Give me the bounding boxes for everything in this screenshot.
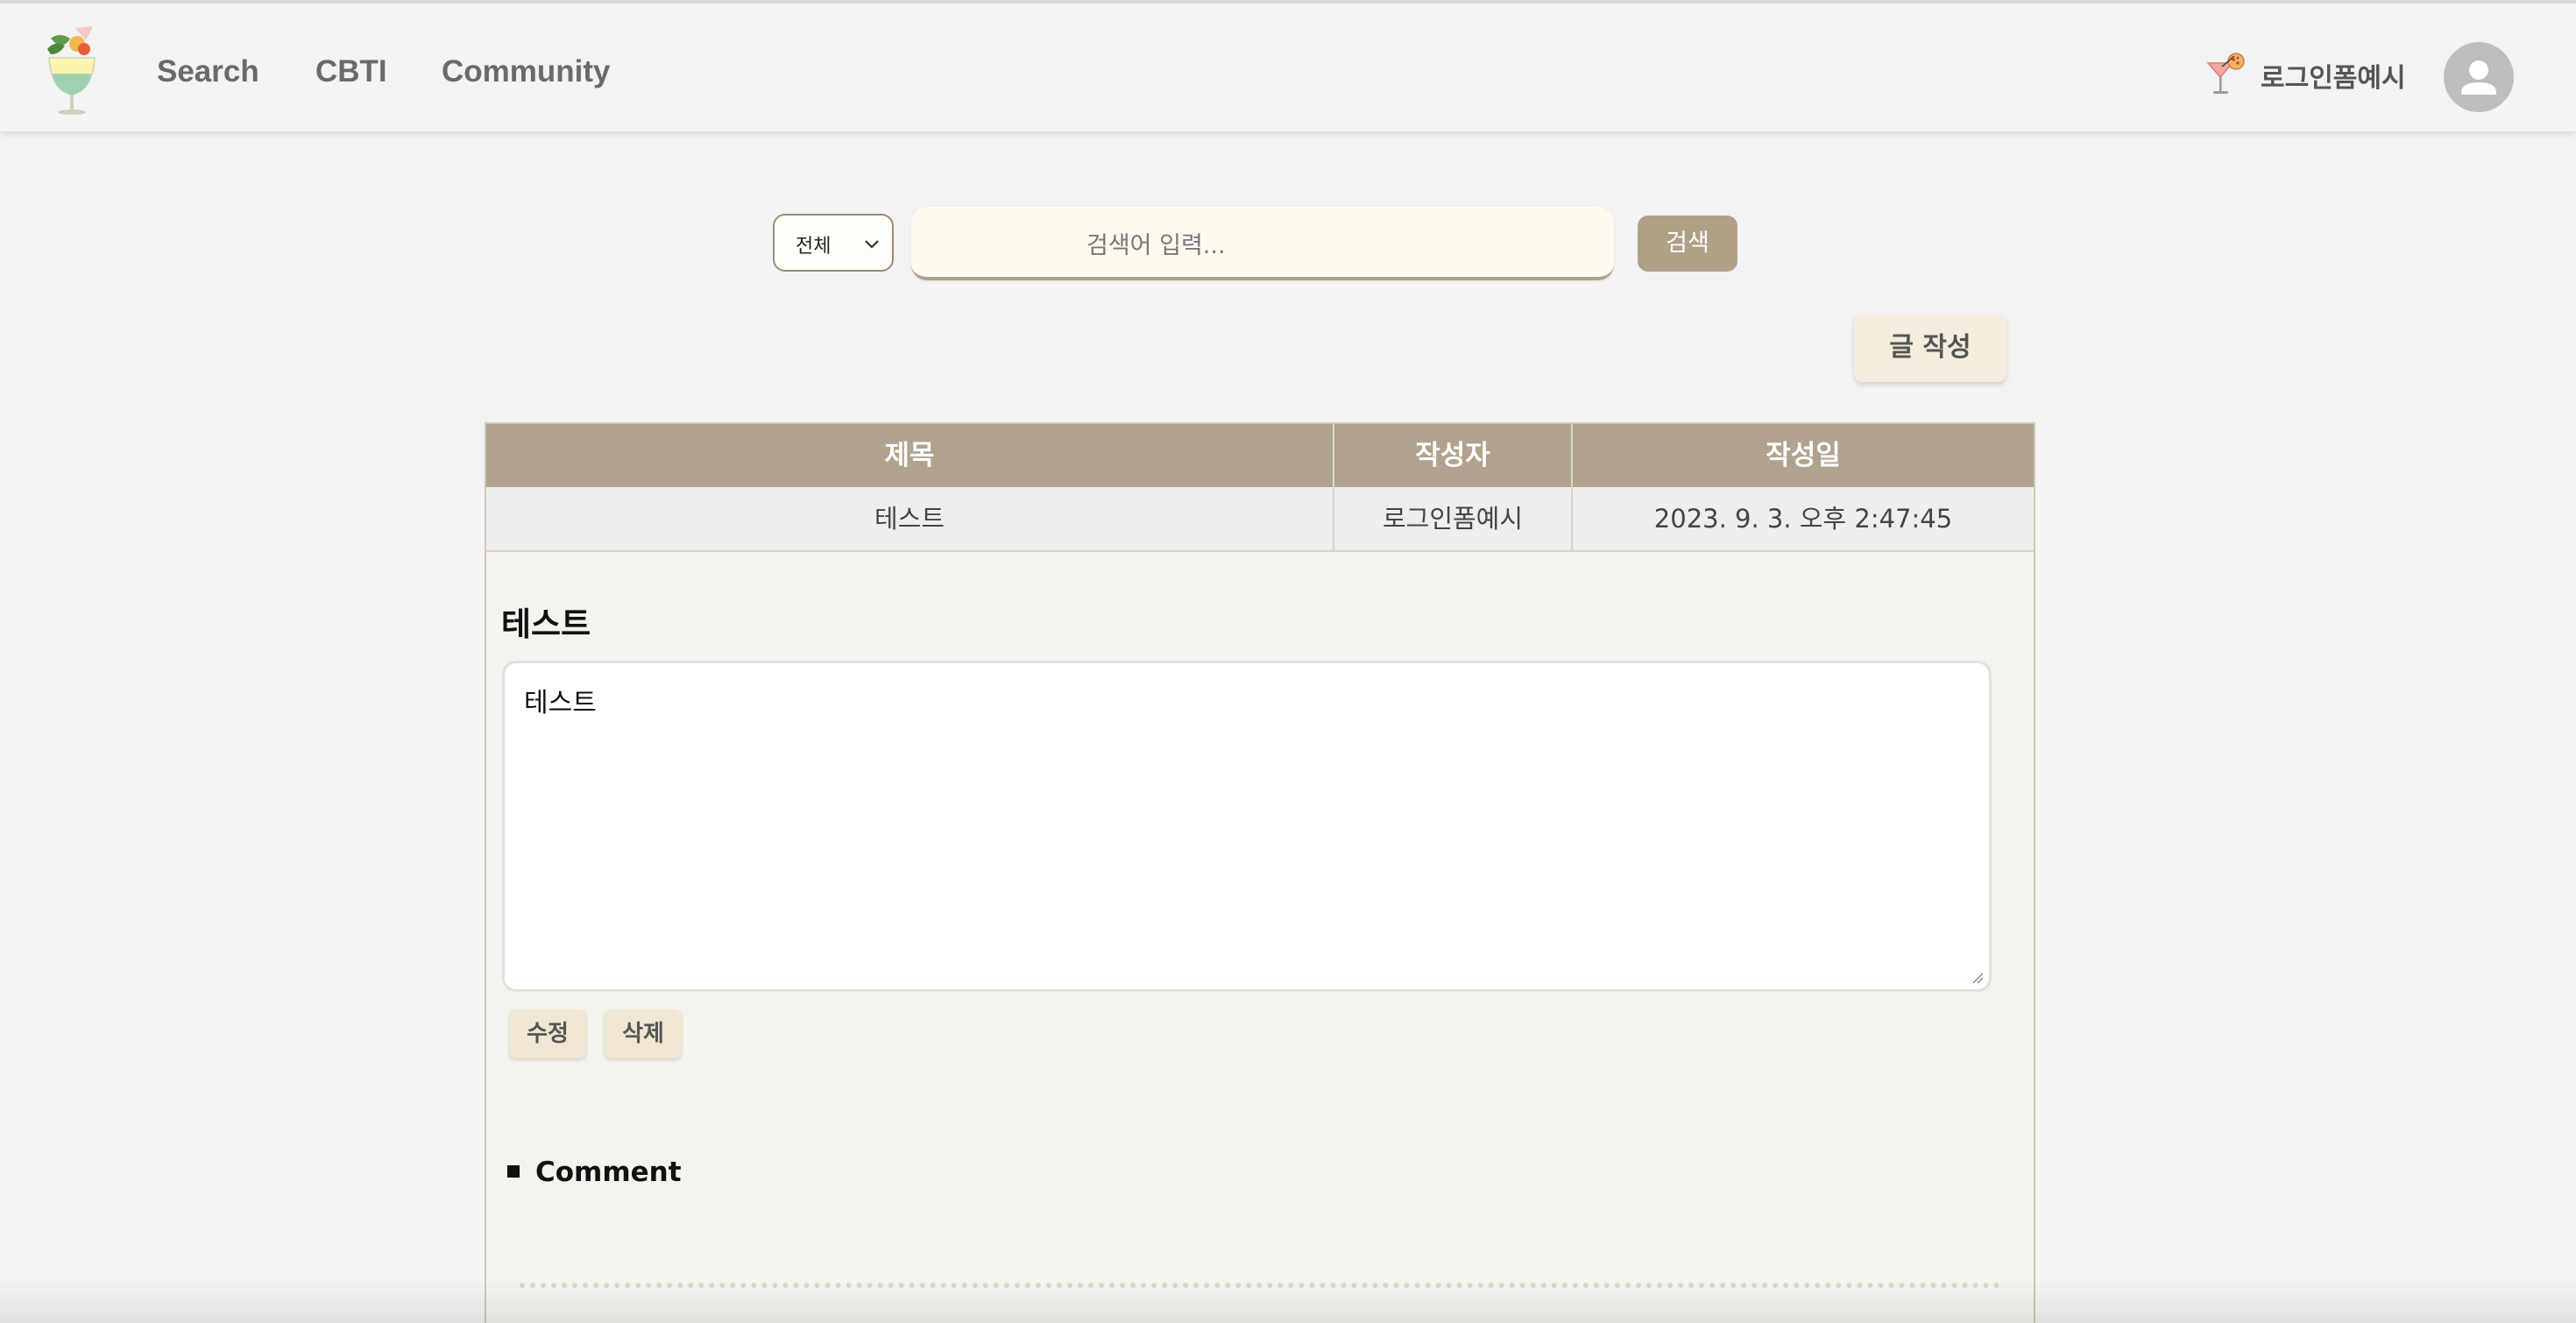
search-input[interactable]: 검색어 입력... [911, 207, 1614, 280]
table-header: 제목 작성자 작성일 [486, 424, 2034, 487]
user-name[interactable]: 로그인폼예시 [2261, 56, 2406, 95]
column-header-date: 작성일 [1571, 424, 2034, 487]
column-header-title: 제목 [884, 440, 935, 471]
search-filter-value: 전체 [796, 236, 832, 258]
row-author: 로그인폼예시 [1333, 487, 1571, 550]
cocktail-glass-icon [2206, 53, 2245, 94]
page: Search CBTI Community 로그인폼예시 전체 검색어 입력..… [0, 0, 2576, 1323]
search-button[interactable]: 검색 [1638, 216, 1737, 272]
table-row[interactable]: 테스트 로그인폼예시 2023. 9. 3. 오후 2:47:45 [486, 487, 2034, 552]
chevron-down-icon [865, 240, 879, 249]
nav-search-link[interactable]: Search [157, 54, 259, 89]
nav-community-link[interactable]: Community [442, 54, 611, 89]
comment-divider [520, 1283, 2000, 1288]
comment-heading-label: Comment [535, 1157, 682, 1188]
row-date: 2023. 9. 3. 오후 2:47:45 [1571, 487, 2034, 550]
comment-heading: Comment [507, 1157, 682, 1188]
search-filter-select[interactable]: 전체 [773, 214, 894, 272]
board-panel: 제목 작성자 작성일 테스트 로그인폼예시 2023. 9. 3. 오후 2:4… [485, 422, 2035, 1323]
row-title: 테스트 [874, 504, 945, 534]
cocktail-logo-icon[interactable] [40, 19, 103, 117]
delete-button[interactable]: 삭제 [605, 1009, 682, 1058]
search-placeholder: 검색어 입력... [1086, 232, 1226, 259]
post-body-textarea[interactable]: 테스트 [502, 661, 1992, 992]
top-navbar: Search CBTI Community 로그인폼예시 [0, 0, 2576, 131]
resize-grip-icon[interactable] [1970, 970, 1984, 984]
square-bullet-icon [507, 1164, 520, 1178]
user-silhouette-icon [2461, 60, 2496, 95]
column-header-author: 작성자 [1333, 424, 1571, 487]
edit-button[interactable]: 수정 [509, 1009, 586, 1058]
nav-cbti-link[interactable]: CBTI [315, 54, 387, 89]
avatar[interactable] [2444, 42, 2514, 112]
write-post-button[interactable]: 글 작성 [1854, 314, 2006, 382]
post-title: 테스트 [501, 605, 591, 643]
post-body-text: 테스트 [524, 688, 597, 718]
